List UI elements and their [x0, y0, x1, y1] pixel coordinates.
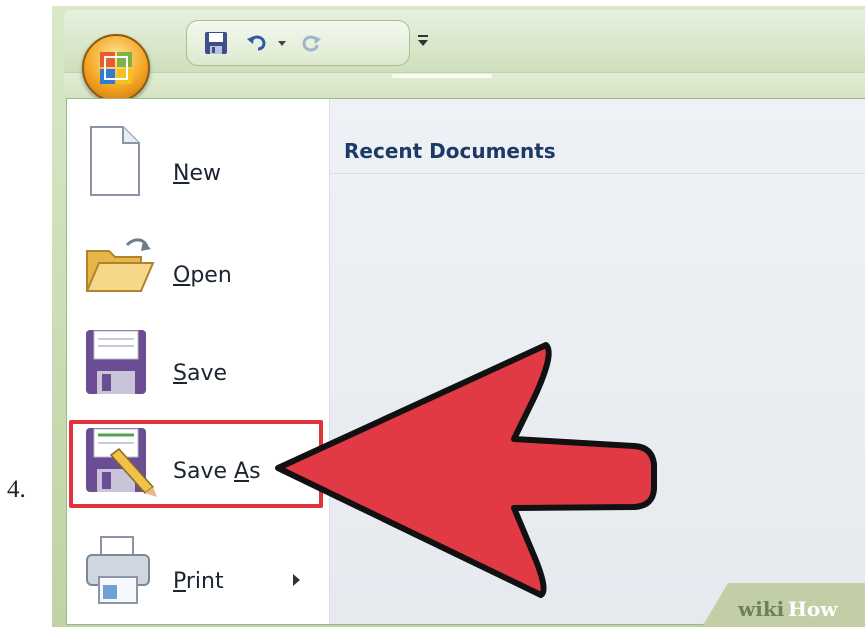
watermark-how: How: [788, 597, 838, 621]
pointer-arrow-icon: [275, 342, 657, 598]
office-screenshot: New Open Save Save As Print Recent Docum…: [52, 6, 865, 627]
wikihow-watermark: wiki How: [702, 583, 865, 627]
step-number: 4.: [7, 476, 26, 503]
watermark-wiki: wiki: [738, 597, 785, 621]
